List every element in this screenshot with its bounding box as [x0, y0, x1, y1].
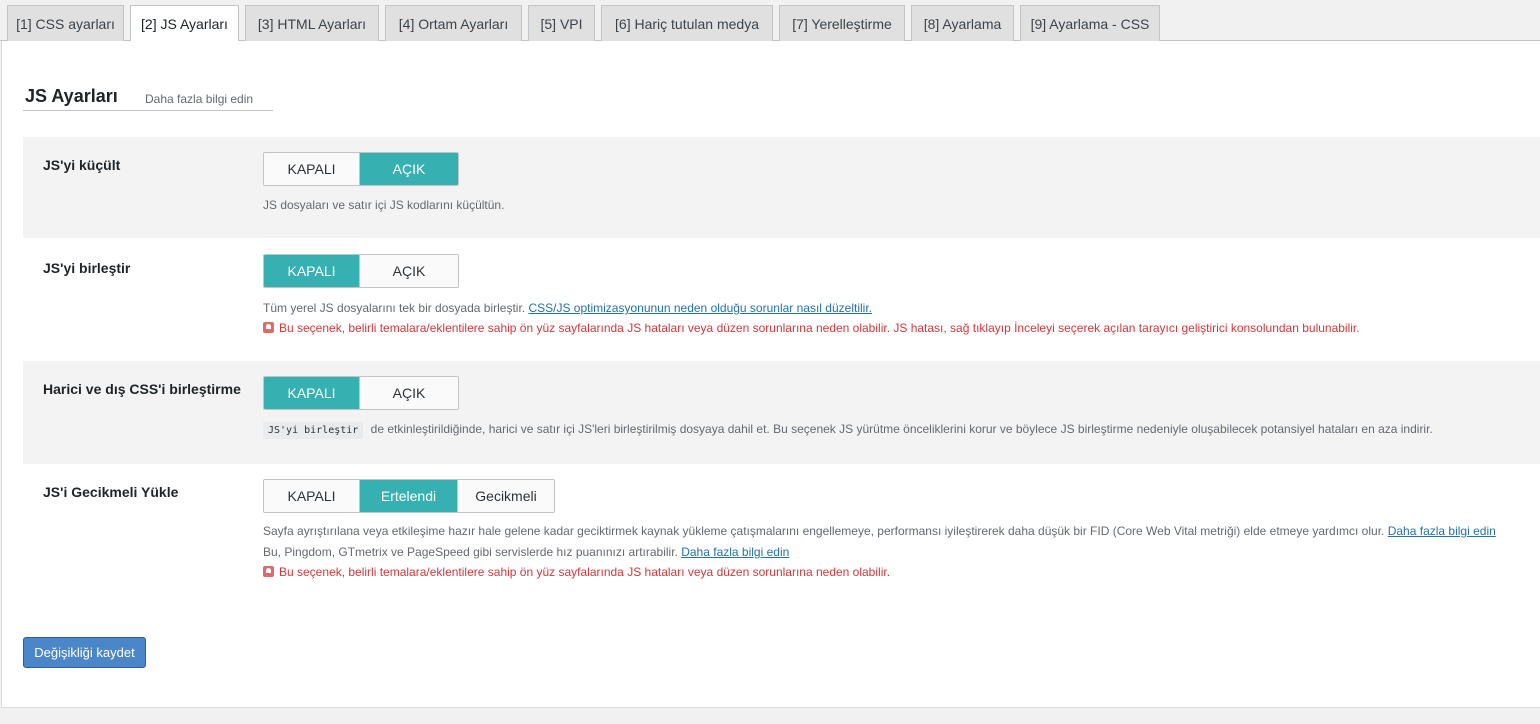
minify-on-option[interactable]: AÇIK: [360, 153, 458, 185]
tab-vpi[interactable]: [5] VPI: [528, 5, 595, 41]
setting-description: Tüm yerel JS dosyalarını tek bir dosyada…: [263, 301, 872, 315]
settings-tab-bar: [1] CSS ayarları [2] JS Ayarları [3] HTM…: [0, 0, 1540, 42]
defer-deferred-option[interactable]: Ertelendi: [360, 480, 458, 512]
tab-localization[interactable]: [7] Yerelleştirme: [779, 5, 905, 41]
setting-label: Harici ve dış CSS'i birleştirme: [43, 381, 241, 397]
defer-js-toggle: KAPALI Ertelendi Gecikmeli: [263, 479, 555, 513]
setting-description: Bu, Pingdom, GTmetrix ve PageSpeed gibi …: [263, 545, 789, 559]
setting-row-minify-js: JS'yi küçült KAPALI AÇIK JS dosyaları ve…: [23, 137, 1540, 238]
warning-message: Bu seçenek, belirli temalara/eklentilere…: [263, 321, 1360, 335]
setting-label: JS'i Gecikmeli Yükle: [43, 484, 179, 500]
combine-external-on-option[interactable]: AÇIK: [360, 377, 458, 409]
learn-more-link[interactable]: Daha fazla bilgi edin: [145, 92, 253, 106]
fix-issues-link[interactable]: CSS/JS optimizasyonunun neden olduğu sor…: [528, 301, 872, 315]
description-text: Tüm yerel JS dosyalarını tek bir dosyada…: [263, 301, 526, 315]
alarm-icon: [263, 322, 274, 333]
warning-text: Bu seçenek, belirli temalara/eklentilere…: [279, 565, 891, 579]
tab-tuning[interactable]: [8] Ayarlama: [911, 5, 1014, 41]
combine-js-toggle: KAPALI AÇIK: [263, 254, 459, 288]
setting-label: JS'yi küçült: [43, 157, 121, 173]
description-text: Sayfa ayrıştırılana veya etkileşime hazı…: [263, 524, 1385, 538]
setting-description: Sayfa ayrıştırılana veya etkileşime hazı…: [263, 524, 1496, 538]
settings-panel: JS Ayarları Daha fazla bilgi edin JS'yi …: [1, 41, 1540, 708]
combine-external-toggle: KAPALI AÇIK: [263, 376, 459, 410]
setting-description: JS'yi birleştir de etkinleştirildiğinde,…: [263, 422, 1433, 439]
learn-more-link[interactable]: Daha fazla bilgi edin: [1388, 524, 1496, 538]
setting-label: JS'yi birleştir: [43, 260, 131, 276]
save-changes-button[interactable]: Değişikliği kaydet: [23, 637, 146, 668]
warning-text: Bu seçenek, belirli temalara/eklentilere…: [279, 321, 1360, 335]
combine-on-option[interactable]: AÇIK: [360, 255, 458, 287]
combine-external-off-option[interactable]: KAPALI: [264, 377, 360, 409]
defer-delayed-option[interactable]: Gecikmeli: [458, 480, 554, 512]
section-title: JS Ayarları: [25, 86, 118, 106]
code-snippet: JS'yi birleştir: [263, 422, 364, 439]
defer-off-option[interactable]: KAPALI: [264, 480, 360, 512]
setting-row-combine-external: Harici ve dış CSS'i birleştirme KAPALI A…: [23, 361, 1540, 464]
tab-media-settings[interactable]: [4] Ortam Ayarları: [385, 5, 522, 41]
alarm-icon: [263, 566, 274, 577]
warning-message: Bu seçenek, belirli temalara/eklentilere…: [263, 565, 890, 579]
tab-js-settings[interactable]: [2] JS Ayarları: [130, 5, 239, 42]
minify-js-toggle: KAPALI AÇIK: [263, 152, 459, 186]
tab-html-settings[interactable]: [3] HTML Ayarları: [245, 5, 379, 41]
tab-tuning-css[interactable]: [9] Ayarlama - CSS: [1020, 5, 1160, 41]
tab-excluded-media[interactable]: [6] Hariç tutulan medya: [601, 5, 773, 41]
combine-off-option[interactable]: KAPALI: [264, 255, 360, 287]
setting-description: JS dosyaları ve satır içi JS kodlarını k…: [263, 198, 505, 212]
learn-more-link[interactable]: Daha fazla bilgi edin: [681, 545, 789, 559]
section-heading: JS Ayarları Daha fazla bilgi edin: [23, 85, 273, 111]
tab-css-settings[interactable]: [1] CSS ayarları: [7, 5, 124, 41]
setting-row-combine-js: JS'yi birleştir KAPALI AÇIK Tüm yerel JS…: [23, 238, 1540, 361]
minify-off-option[interactable]: KAPALI: [264, 153, 360, 185]
description-text: de etkinleştirildiğinde, harici ve satır…: [370, 422, 1433, 436]
description-text: Bu, Pingdom, GTmetrix ve PageSpeed gibi …: [263, 545, 678, 559]
setting-row-defer-js: JS'i Gecikmeli Yükle KAPALI Ertelendi Ge…: [23, 464, 1540, 594]
